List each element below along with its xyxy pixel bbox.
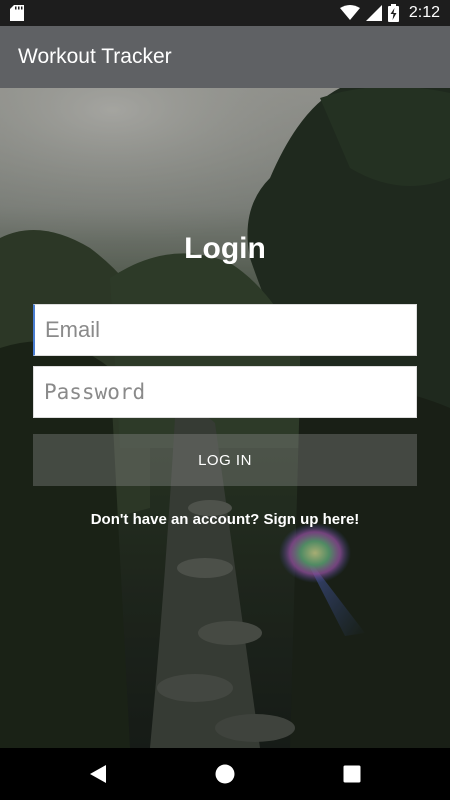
navigation-bar bbox=[0, 748, 450, 800]
login-title: Login bbox=[184, 232, 266, 265]
app-bar: Workout Tracker bbox=[0, 26, 450, 88]
background-image bbox=[0, 88, 450, 748]
sd-card-icon bbox=[10, 5, 24, 21]
signal-icon bbox=[365, 5, 382, 21]
recents-icon bbox=[343, 765, 361, 783]
email-field[interactable] bbox=[33, 304, 417, 356]
home-icon bbox=[215, 764, 235, 784]
password-field[interactable] bbox=[33, 366, 417, 418]
wifi-icon bbox=[339, 5, 360, 20]
screen: 2:12 Workout Tracker Login Email LOG IN … bbox=[0, 0, 450, 800]
login-button[interactable]: LOG IN bbox=[33, 434, 417, 486]
background-dim-overlay bbox=[0, 88, 450, 748]
back-button[interactable] bbox=[86, 762, 110, 786]
battery-charging-icon bbox=[387, 4, 399, 22]
status-bar: 2:12 bbox=[0, 0, 450, 26]
app-title: Workout Tracker bbox=[18, 45, 172, 68]
status-time: 2:12 bbox=[408, 4, 440, 21]
home-button[interactable] bbox=[213, 762, 237, 786]
back-icon bbox=[90, 765, 106, 783]
signup-link[interactable]: Don't have an account? Sign up here! bbox=[0, 511, 450, 528]
recents-button[interactable] bbox=[340, 762, 364, 786]
status-icons: 2:12 bbox=[339, 0, 440, 26]
